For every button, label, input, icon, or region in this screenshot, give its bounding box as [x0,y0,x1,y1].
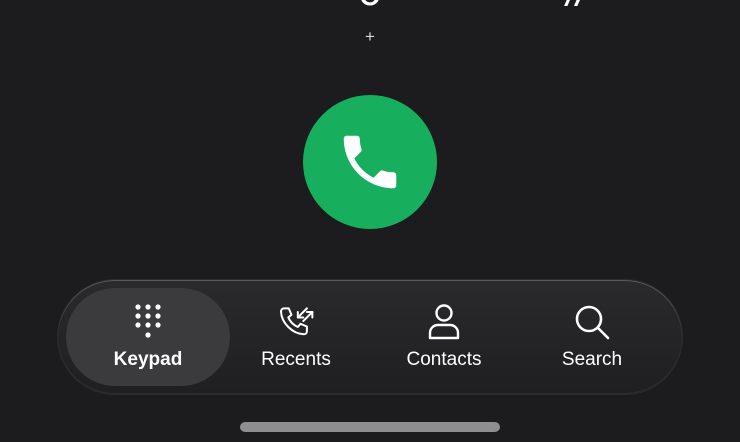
contacts-icon [424,302,464,342]
search-icon [572,302,612,342]
call-button[interactable] [303,95,437,229]
tab-search[interactable]: Search [510,288,674,386]
tab-recents[interactable]: Recents [214,288,378,386]
home-indicator[interactable] [240,422,500,432]
tab-keypad[interactable]: Keypad [66,288,230,386]
tab-keypad-label: Keypad [113,349,183,370]
keypad-key-hash[interactable]: # [544,0,609,16]
recents-icon [276,302,316,342]
tab-recents-label: Recents [261,349,331,370]
bottom-tab-bar: Keypad Recents Contacts Search [58,280,682,394]
tab-contacts-label: Contacts [406,349,482,370]
keypad-key-zero-plus-label: + [365,27,375,46]
keypad-key-zero[interactable]: 0 [350,0,390,16]
phone-icon [343,135,397,189]
tab-search-label: Search [561,349,623,370]
tab-contacts[interactable]: Contacts [362,288,526,386]
keypad-icon [128,302,168,342]
